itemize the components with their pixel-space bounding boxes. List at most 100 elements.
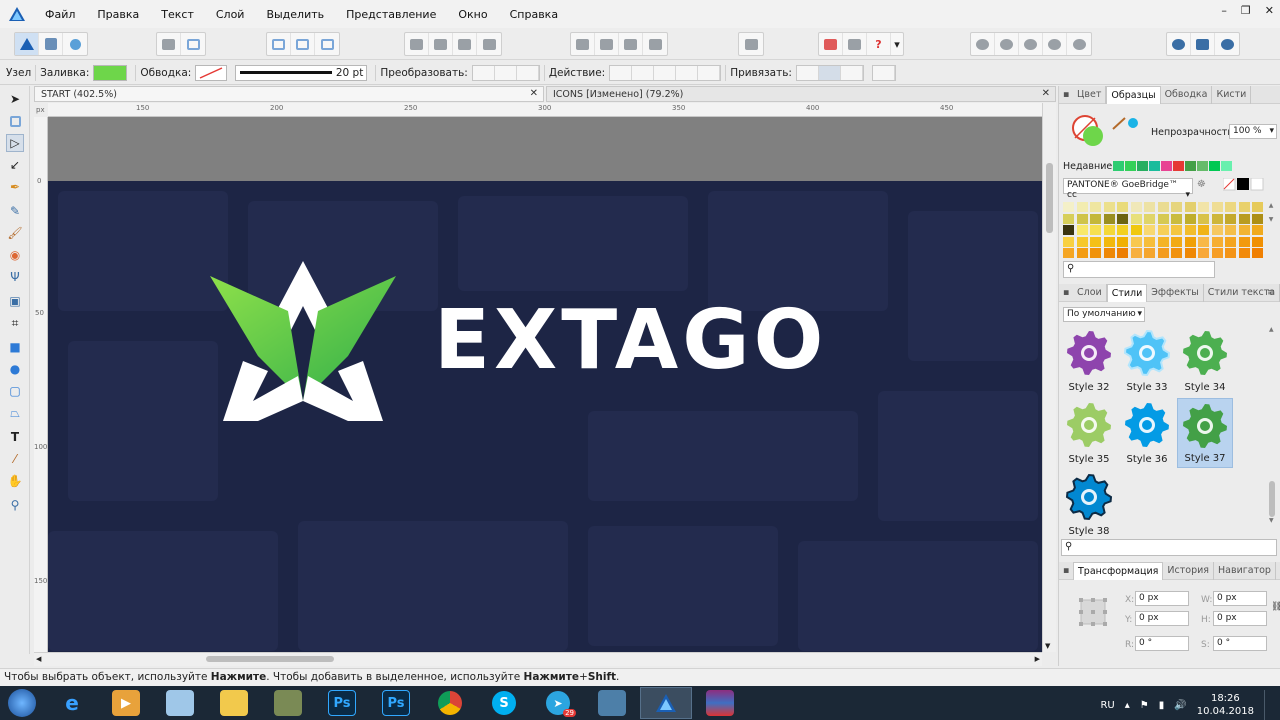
taskbar-photoshop-2[interactable]: Ps bbox=[370, 687, 422, 719]
style-preset[interactable]: Style 33 bbox=[1119, 326, 1175, 396]
palette-swatch[interactable] bbox=[1252, 236, 1263, 247]
style-preset[interactable]: Style 36 bbox=[1119, 398, 1175, 468]
palette-swatch[interactable] bbox=[1103, 236, 1115, 247]
fill-swatch[interactable] bbox=[93, 64, 128, 81]
palette-swatch[interactable] bbox=[1117, 248, 1128, 258]
transform-smart-icon[interactable] bbox=[516, 65, 539, 80]
taskbar-app[interactable] bbox=[262, 687, 314, 719]
place-image-tool-icon[interactable]: ▣ bbox=[6, 292, 24, 310]
designer-persona-icon[interactable] bbox=[15, 33, 39, 55]
palette-swatch[interactable] bbox=[1090, 236, 1101, 247]
palette-swatch[interactable] bbox=[1171, 236, 1182, 247]
tab-color[interactable]: Цвет bbox=[1073, 85, 1107, 104]
artboard-tool-icon[interactable] bbox=[6, 112, 24, 130]
palette-swatch[interactable] bbox=[1211, 213, 1223, 224]
stroke-swatch[interactable] bbox=[195, 64, 228, 81]
palette-swatch[interactable] bbox=[1117, 225, 1128, 235]
recent-color-swatch[interactable] bbox=[1209, 161, 1220, 171]
palette-swatch[interactable] bbox=[1117, 213, 1128, 224]
palette-swatch[interactable] bbox=[1238, 225, 1250, 235]
tab-swatches[interactable]: Образцы bbox=[1106, 85, 1161, 104]
transparency-tool-icon[interactable]: Ψ bbox=[6, 268, 24, 286]
palette-swatch[interactable] bbox=[1117, 202, 1128, 212]
boolean-xor-icon[interactable] bbox=[1043, 33, 1067, 55]
recent-color-swatch[interactable] bbox=[1125, 161, 1136, 171]
palette-menu-icon[interactable]: ☸ bbox=[1197, 179, 1206, 190]
action-reverse-icon[interactable] bbox=[698, 65, 721, 80]
palette-swatch[interactable] bbox=[1076, 213, 1088, 224]
tab-layers[interactable]: Слои bbox=[1073, 283, 1107, 302]
palette-swatch[interactable] bbox=[1225, 213, 1236, 224]
taskbar-photoshop-1[interactable]: Ps bbox=[316, 687, 368, 719]
palette-swatch[interactable] bbox=[1252, 213, 1263, 224]
palette-swatch[interactable] bbox=[1063, 248, 1074, 258]
tab-transform[interactable]: Трансформация bbox=[1073, 561, 1164, 580]
tab-close-icon[interactable]: ✕ bbox=[1042, 88, 1050, 99]
palette-swatch[interactable] bbox=[1144, 236, 1155, 247]
rotate-right-icon[interactable] bbox=[643, 33, 667, 55]
x-field[interactable]: 0 px bbox=[1135, 591, 1189, 606]
tab-brushes[interactable]: Кисти bbox=[1212, 85, 1252, 104]
network-icon[interactable]: ▮ bbox=[1159, 700, 1165, 711]
scroll-down-icon[interactable]: ▼ bbox=[1045, 642, 1050, 650]
palette-swatch[interactable] bbox=[1103, 225, 1115, 235]
snap-node-icon[interactable] bbox=[796, 65, 819, 80]
eyedropper-icon[interactable] bbox=[1111, 116, 1141, 130]
horizontal-scrollbar[interactable]: ◀ ▶ bbox=[34, 652, 1042, 666]
tab-navigator[interactable]: Навигатор bbox=[1214, 561, 1276, 580]
palette-swatch[interactable] bbox=[1184, 202, 1196, 212]
snap-object-icon[interactable] bbox=[315, 33, 339, 55]
palette-swatch[interactable] bbox=[1144, 225, 1155, 235]
taskbar-skype[interactable]: S bbox=[478, 687, 530, 719]
palette-swatch[interactable] bbox=[1130, 202, 1142, 212]
swatch-grid[interactable] bbox=[1063, 202, 1266, 258]
fill-tool-icon[interactable]: ◉ bbox=[6, 246, 24, 264]
pen-tool-icon[interactable]: ✒ bbox=[6, 178, 24, 196]
lock-aspect-icon[interactable]: ⛓ bbox=[1271, 602, 1280, 612]
palette-swatch[interactable] bbox=[1225, 202, 1236, 212]
palette-swatch[interactable] bbox=[1090, 202, 1101, 212]
style-preset[interactable]: Style 35 bbox=[1061, 398, 1117, 468]
palette-swatch[interactable] bbox=[1130, 225, 1142, 235]
minimize-icon[interactable]: – bbox=[1221, 4, 1227, 17]
w-field[interactable]: 0 px bbox=[1213, 591, 1267, 606]
palette-swatch[interactable] bbox=[1144, 213, 1155, 224]
swatch-scrollbar[interactable]: ▲ ▼ bbox=[1267, 202, 1275, 258]
palette-swatch[interactable] bbox=[1090, 248, 1101, 258]
taskbar-media[interactable]: ▶ bbox=[100, 687, 152, 719]
snap-curve-icon[interactable] bbox=[818, 65, 841, 80]
snap-handle-icon[interactable] bbox=[840, 65, 863, 80]
recent-color-swatch[interactable] bbox=[1197, 161, 1208, 171]
palette-swatch[interactable] bbox=[1225, 236, 1236, 247]
recent-color-swatch[interactable] bbox=[1173, 161, 1184, 171]
hand-tool-icon[interactable]: ✋ bbox=[6, 472, 24, 490]
palette-swatch[interactable] bbox=[1157, 213, 1169, 224]
rectangle-tool-icon[interactable]: ■ bbox=[6, 338, 24, 356]
rounded-rectangle-tool-icon[interactable]: ▢ bbox=[6, 382, 24, 400]
restore-icon[interactable]: ❐ bbox=[1241, 4, 1251, 17]
style-preset[interactable]: Style 34 bbox=[1177, 326, 1233, 396]
palette-swatch[interactable] bbox=[1238, 202, 1250, 212]
style-preset[interactable]: Style 37 bbox=[1177, 398, 1233, 468]
palette-swatch[interactable] bbox=[1076, 236, 1088, 247]
recent-color-swatch[interactable] bbox=[1185, 161, 1196, 171]
snap-box-icon[interactable] bbox=[267, 33, 291, 55]
tray-arrow-icon[interactable]: ▴ bbox=[1125, 700, 1130, 711]
boolean-intersect-icon[interactable] bbox=[1019, 33, 1043, 55]
palette-swatch[interactable] bbox=[1184, 236, 1196, 247]
insert-inside-icon[interactable] bbox=[819, 33, 843, 55]
palette-swatch[interactable] bbox=[1184, 213, 1196, 224]
palette-swatch[interactable] bbox=[1103, 213, 1115, 224]
palette-swatch[interactable] bbox=[1076, 225, 1088, 235]
palette-swatch[interactable] bbox=[1144, 248, 1155, 258]
flip-vertical-icon[interactable] bbox=[595, 33, 619, 55]
tab-styles[interactable]: Стили bbox=[1106, 283, 1148, 302]
menu-view[interactable]: Представление bbox=[335, 8, 447, 21]
mask-icon[interactable] bbox=[843, 33, 867, 55]
node-tool-icon[interactable]: ▷ bbox=[6, 134, 24, 152]
palette-swatch[interactable] bbox=[1171, 225, 1182, 235]
none-black-white-swatches[interactable] bbox=[1223, 178, 1279, 191]
palette-swatch[interactable] bbox=[1198, 236, 1209, 247]
close-window-icon[interactable]: ✕ bbox=[1265, 4, 1274, 17]
palette-swatch[interactable] bbox=[1157, 248, 1169, 258]
